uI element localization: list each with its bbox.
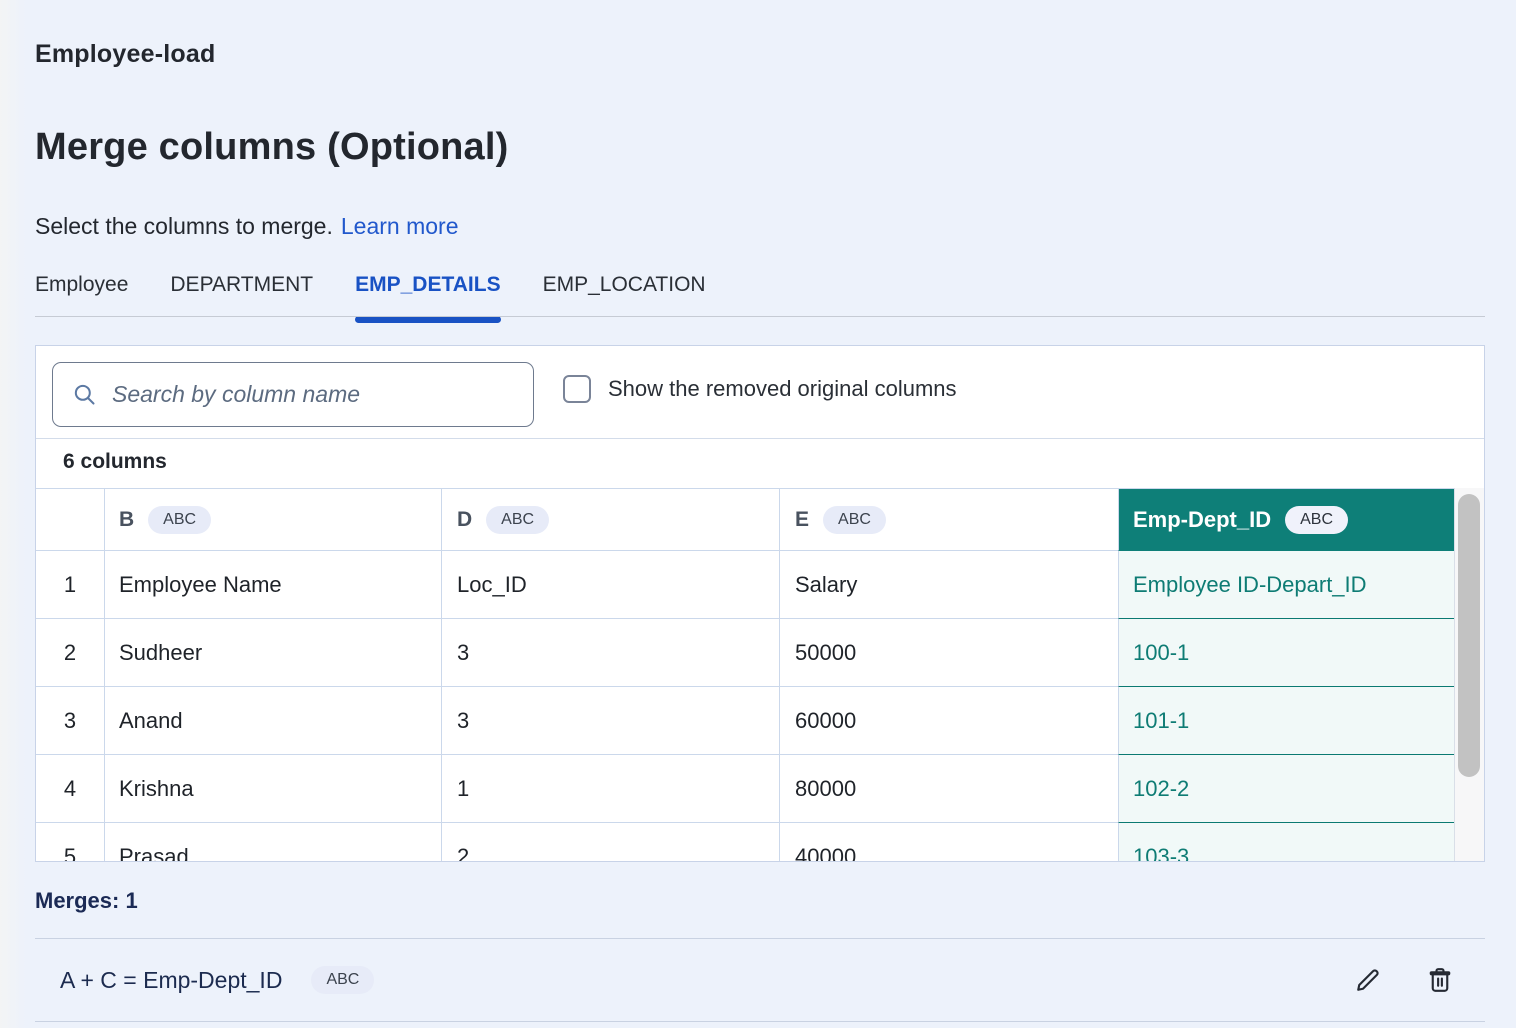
subtitle-text: Select the columns to merge. <box>35 213 333 239</box>
trash-icon <box>1425 965 1455 995</box>
search-icon <box>71 381 98 408</box>
row-number: 3 <box>36 687 104 755</box>
page-subtitle: Select the columns to merge. Learn more <box>35 213 459 240</box>
column-letter: B <box>119 508 134 532</box>
table-row: 5 Prasad 2 40000 103-3 <box>36 823 1454 862</box>
learn-more-link[interactable]: Learn more <box>341 213 459 239</box>
table-cell: Krishna <box>104 755 441 823</box>
row-number: 5 <box>36 823 104 862</box>
table-cell: 60000 <box>779 687 1118 755</box>
left-edge-fade <box>0 0 26 1028</box>
table-cell: Loc_ID <box>441 551 779 619</box>
type-badge: ABC <box>311 966 374 994</box>
table-row: 4 Krishna 1 80000 102-2 <box>36 755 1454 823</box>
column-count: 6 columns <box>63 450 167 474</box>
show-removed-row: Show the removed original columns <box>563 375 957 403</box>
show-removed-checkbox[interactable] <box>563 375 591 403</box>
table-cell-merged: Employee ID-Depart_ID <box>1118 551 1454 619</box>
column-header-emp-dept-id[interactable]: Emp-Dept_ID ABC <box>1118 489 1454 551</box>
edit-merge-button[interactable] <box>1352 964 1384 996</box>
table-cell-merged: 101-1 <box>1118 687 1454 755</box>
scrollbar-thumb[interactable] <box>1458 494 1480 777</box>
column-letter: D <box>457 508 472 532</box>
column-header-e[interactable]: E ABC <box>779 489 1118 551</box>
tab-department[interactable]: DEPARTMENT <box>170 273 313 321</box>
table-header-row: B ABC D ABC E ABC Emp-Dept_ID ABC <box>36 489 1454 551</box>
merge-actions <box>1352 964 1456 996</box>
row-number: 4 <box>36 755 104 823</box>
table-cell: 1 <box>441 755 779 823</box>
table-cell: 3 <box>441 619 779 687</box>
type-badge: ABC <box>148 506 211 534</box>
table-cell: Anand <box>104 687 441 755</box>
table-row: 1 Employee Name Loc_ID Salary Employee I… <box>36 551 1454 619</box>
table-cell: 80000 <box>779 755 1118 823</box>
table-cell-merged: 103-3 <box>1118 823 1454 862</box>
row-number: 1 <box>36 551 104 619</box>
column-header-d[interactable]: D ABC <box>441 489 779 551</box>
row-number: 2 <box>36 619 104 687</box>
columns-preview-table: B ABC D ABC E ABC Emp-Dept_ID ABC 1 Empl… <box>36 488 1454 862</box>
type-badge: ABC <box>823 506 886 534</box>
table-cell: 40000 <box>779 823 1118 862</box>
table-cell: 50000 <box>779 619 1118 687</box>
tab-emp-location[interactable]: EMP_LOCATION <box>543 273 706 321</box>
corner-cell <box>36 489 104 551</box>
table-cell: 2 <box>441 823 779 862</box>
table-cell: Employee Name <box>104 551 441 619</box>
pencil-icon <box>1353 965 1383 995</box>
type-badge: ABC <box>486 506 549 534</box>
merge-expression: A + C = Emp-Dept_ID <box>60 967 282 994</box>
table-cell-merged: 102-2 <box>1118 755 1454 823</box>
panel-divider <box>36 438 1484 439</box>
column-letter: E <box>795 508 809 532</box>
page-title: Merge columns (Optional) <box>35 126 509 169</box>
type-badge: ABC <box>1285 506 1348 534</box>
tabs-divider <box>35 316 1485 317</box>
table-row: 2 Sudheer 3 50000 100-1 <box>36 619 1454 687</box>
delete-merge-button[interactable] <box>1424 964 1456 996</box>
tab-employee[interactable]: Employee <box>35 273 128 321</box>
merge-list-item: A + C = Emp-Dept_ID ABC <box>35 939 1485 1021</box>
column-letter: Emp-Dept_ID <box>1133 507 1271 533</box>
table-row: 3 Anand 3 60000 101-1 <box>36 687 1454 755</box>
dataset-tabs: Employee DEPARTMENT EMP_DETAILS EMP_LOCA… <box>35 273 706 321</box>
search-row: Show the removed original columns <box>36 346 1484 438</box>
table-cell-merged: 100-1 <box>1118 619 1454 687</box>
app-title: Employee-load <box>35 40 215 69</box>
merges-count-title: Merges: 1 <box>35 888 138 914</box>
table-cell: Salary <box>779 551 1118 619</box>
search-input[interactable] <box>112 381 519 408</box>
table-cell: Prasad <box>104 823 441 862</box>
tab-emp-details[interactable]: EMP_DETAILS <box>355 273 500 321</box>
table-cell: Sudheer <box>104 619 441 687</box>
table-scrollbar[interactable] <box>1454 488 1484 861</box>
columns-panel: Show the removed original columns 6 colu… <box>35 345 1485 862</box>
merge-list-divider <box>35 1021 1485 1022</box>
search-box[interactable] <box>52 362 534 427</box>
column-header-b[interactable]: B ABC <box>104 489 441 551</box>
table-cell: 3 <box>441 687 779 755</box>
show-removed-label: Show the removed original columns <box>608 376 957 402</box>
